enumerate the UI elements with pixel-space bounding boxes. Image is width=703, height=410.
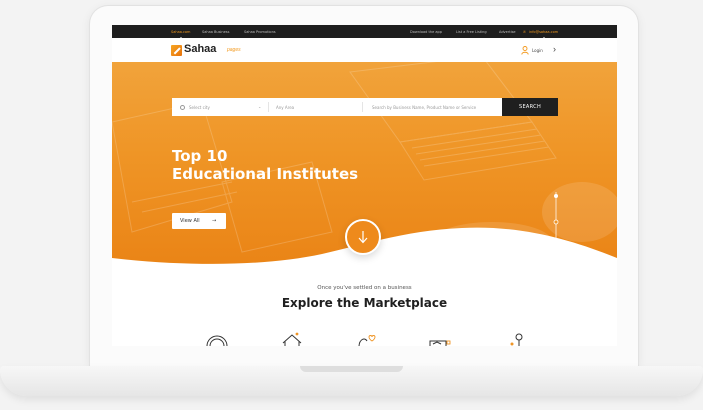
topbar-link-advertise[interactable]: Advertise (499, 30, 516, 34)
logo-icon[interactable] (171, 45, 182, 56)
main-navbar: Sahaa pages Login › (112, 38, 617, 62)
logo-text[interactable]: Sahaa (184, 43, 216, 55)
explore-title: Explore the Marketplace (281, 296, 448, 310)
arrow-down-icon (358, 231, 368, 244)
laptop-notch (300, 366, 403, 372)
topbar-link-listing[interactable]: List a Free Listing (456, 30, 487, 34)
scroll-down-button[interactable] (345, 219, 381, 255)
category-restaurant-icon[interactable] (206, 331, 228, 346)
top-bar: Sahaa.com Sahaa Business Sahaa Promotion… (112, 25, 617, 39)
login-link[interactable]: Login (532, 48, 543, 53)
category-finance-icon[interactable] (504, 331, 526, 346)
topbar-link-home[interactable]: Sahaa.com (171, 30, 190, 39)
topbar-email[interactable]: info@sahaa.com (529, 30, 558, 39)
category-services-icon[interactable] (428, 331, 452, 346)
topbar-link-download[interactable]: Download the app (410, 30, 442, 34)
phone-icon: ✆ (523, 29, 526, 34)
category-home-icon[interactable] (280, 331, 304, 346)
chevron-right-icon[interactable]: › (553, 45, 556, 54)
topbar-link-business[interactable]: Sahaa Business (202, 30, 229, 34)
topbar-link-promotions[interactable]: Sahaa Promotions (244, 30, 276, 34)
website-screen: Sahaa.com Sahaa Business Sahaa Promotion… (112, 25, 617, 346)
category-health-icon[interactable] (355, 331, 377, 346)
logo-suffix: pages (227, 47, 241, 53)
user-icon[interactable] (521, 46, 529, 55)
explore-tagline: Once you've settled on a business (317, 285, 412, 291)
